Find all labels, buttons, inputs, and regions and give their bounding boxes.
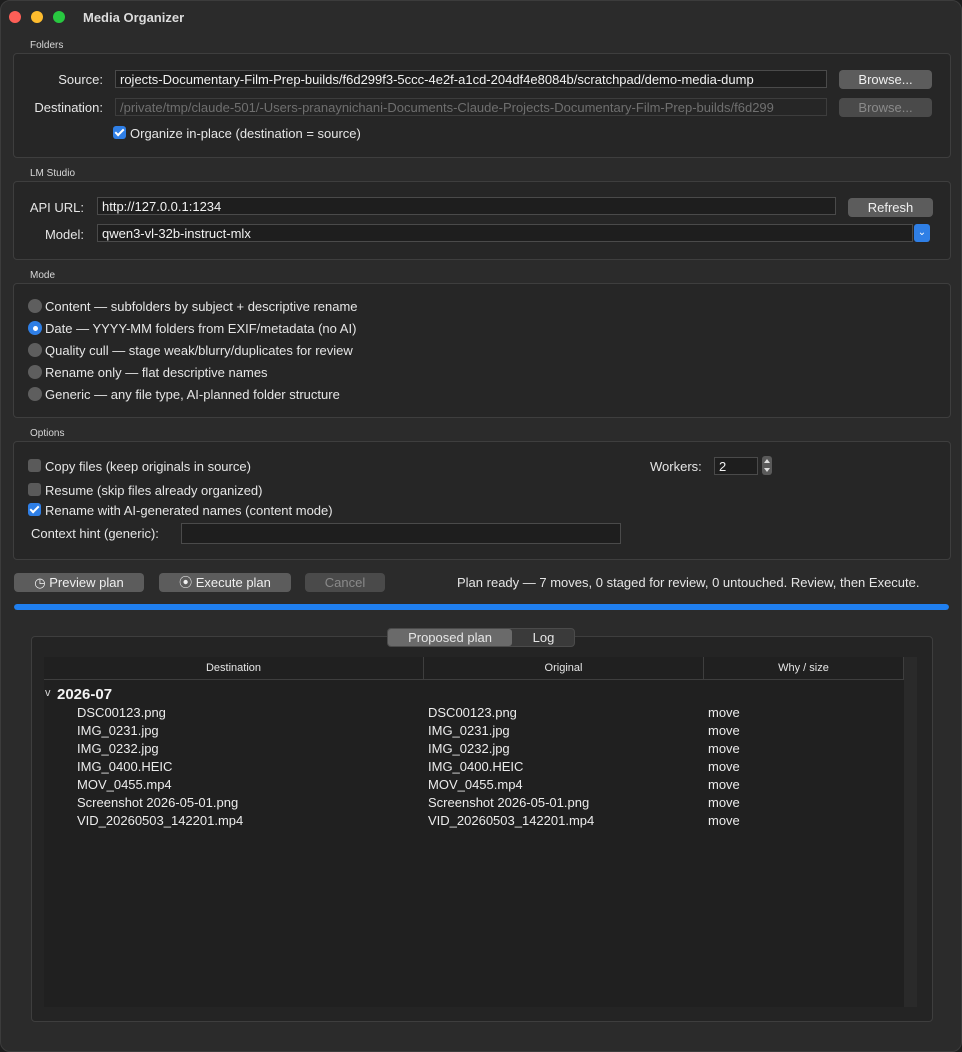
row-why: move <box>708 741 740 756</box>
destination-label: Destination: <box>34 100 103 115</box>
mode-radio-date[interactable] <box>28 321 42 335</box>
table-group-row[interactable]: 2026-07 <box>57 686 112 703</box>
source-label: Source: <box>58 72 103 87</box>
api-url-field[interactable]: http://127.0.0.1:1234 <box>97 197 836 215</box>
progress-bar <box>14 604 949 610</box>
row-original: Screenshot 2026-05-01.png <box>428 795 590 810</box>
clock-icon: ◷ <box>34 575 46 590</box>
table-scrollbar[interactable] <box>904 657 917 1007</box>
row-destination[interactable]: IMG_0400.HEIC <box>77 759 172 774</box>
cancel-button[interactable]: Cancel <box>305 573 385 592</box>
mode-option-content: Content — subfolders by subject + descri… <box>45 299 358 314</box>
context-hint-label: Context hint (generic): <box>31 526 159 541</box>
row-destination[interactable]: IMG_0231.jpg <box>77 723 159 738</box>
options-section-label: Options <box>30 428 65 439</box>
refresh-button[interactable]: Refresh <box>848 198 933 217</box>
row-why: move <box>708 777 740 792</box>
model-select[interactable]: qwen3-vl-32b-instruct-mlx <box>97 224 913 242</box>
row-why: move <box>708 759 740 774</box>
row-destination[interactable]: IMG_0232.jpg <box>77 741 159 756</box>
row-why: move <box>708 795 740 810</box>
resume-label: Resume (skip files already organized) <box>45 483 263 498</box>
copy-files-label: Copy files (keep originals in source) <box>45 459 251 474</box>
mode-radio-rename[interactable] <box>28 365 42 379</box>
zoom-window-button[interactable] <box>53 11 65 23</box>
view-tabs: Proposed plan Log <box>387 628 575 647</box>
execute-plan-button[interactable]: ⦿ Execute plan <box>159 573 291 592</box>
title-bar: Media Organizer <box>1 1 961 35</box>
mode-option-quality: Quality cull — stage weak/blurry/duplica… <box>45 343 353 358</box>
minimize-window-button[interactable] <box>31 11 43 23</box>
destination-field[interactable]: /private/tmp/claude-501/-Users-pranaynic… <box>115 98 827 116</box>
column-header-why-size[interactable]: Why / size <box>704 657 904 679</box>
model-label: Model: <box>44 227 84 242</box>
mode-radio-quality[interactable] <box>28 343 42 357</box>
row-destination[interactable]: DSC00123.png <box>77 705 166 720</box>
rename-ai-label: Rename with AI-generated names (content … <box>45 503 333 518</box>
table-header-divider <box>44 679 904 680</box>
copy-files-checkbox[interactable] <box>28 459 41 472</box>
mode-radio-generic[interactable] <box>28 387 42 401</box>
close-window-button[interactable] <box>9 11 21 23</box>
row-original: IMG_0400.HEIC <box>428 759 524 774</box>
row-original: DSC00123.png <box>428 705 517 720</box>
destination-browse-button[interactable]: Browse... <box>839 98 932 117</box>
mode-option-rename: Rename only — flat descriptive names <box>45 365 268 380</box>
execute-icon: ⦿ <box>179 575 193 590</box>
tab-proposed-plan[interactable]: Proposed plan <box>388 629 512 646</box>
mode-section-label: Mode <box>30 270 56 281</box>
lmstudio-section-label: LM Studio <box>30 168 76 179</box>
window-title: Media Organizer <box>83 10 185 25</box>
row-why: move <box>708 723 740 738</box>
row-why: move <box>708 705 740 720</box>
row-original: MOV_0455.mp4 <box>428 777 523 792</box>
disclosure-chevron-icon[interactable]: v <box>45 687 51 699</box>
organize-inplace-checkbox[interactable] <box>113 126 126 139</box>
execute-plan-label: Execute plan <box>195 575 271 590</box>
row-destination[interactable]: Screenshot 2026-05-01.png <box>77 795 238 810</box>
row-original: VID_20260503_142201.mp4 <box>428 813 595 828</box>
mode-option-date: Date — YYYY-MM folders from EXIF/metadat… <box>45 321 357 336</box>
context-hint-field[interactable] <box>181 523 621 544</box>
row-destination[interactable]: MOV_0455.mp4 <box>77 777 172 792</box>
app-window: Media Organizer Folders Source: rojects-… <box>0 0 962 1052</box>
rename-ai-checkbox[interactable] <box>28 503 41 516</box>
tab-log[interactable]: Log <box>513 629 574 646</box>
workers-label: Workers: <box>650 459 702 474</box>
column-header-original[interactable]: Original <box>424 657 704 679</box>
progress-fill <box>14 604 949 610</box>
status-text: Plan ready — 7 moves, 0 staged for revie… <box>457 575 920 590</box>
source-browse-button[interactable]: Browse... <box>839 70 932 89</box>
workers-stepper[interactable] <box>762 456 772 475</box>
column-header-destination[interactable]: Destination <box>44 657 424 679</box>
preview-plan-label: Preview plan <box>49 575 124 590</box>
resume-checkbox[interactable] <box>28 483 41 496</box>
mode-radio-content[interactable] <box>28 299 42 313</box>
chevron-down-icon[interactable]: ⌄ <box>914 224 930 242</box>
mode-option-generic: Generic — any file type, AI-planned fold… <box>45 387 340 402</box>
workers-field[interactable]: 2 <box>714 457 758 475</box>
lmstudio-group <box>13 181 951 260</box>
folders-section-label: Folders <box>30 40 64 51</box>
row-original: IMG_0232.jpg <box>428 741 510 756</box>
row-destination[interactable]: VID_20260503_142201.mp4 <box>77 813 243 828</box>
row-original: IMG_0231.jpg <box>428 723 510 738</box>
source-field[interactable]: rojects-Documentary-Film-Prep-builds/f6d… <box>115 70 827 88</box>
organize-inplace-label: Organize in-place (destination = source) <box>130 126 361 141</box>
api-url-label: API URL: <box>29 200 84 215</box>
preview-plan-button[interactable]: ◷ Preview plan <box>14 573 144 592</box>
row-why: move <box>708 813 740 828</box>
